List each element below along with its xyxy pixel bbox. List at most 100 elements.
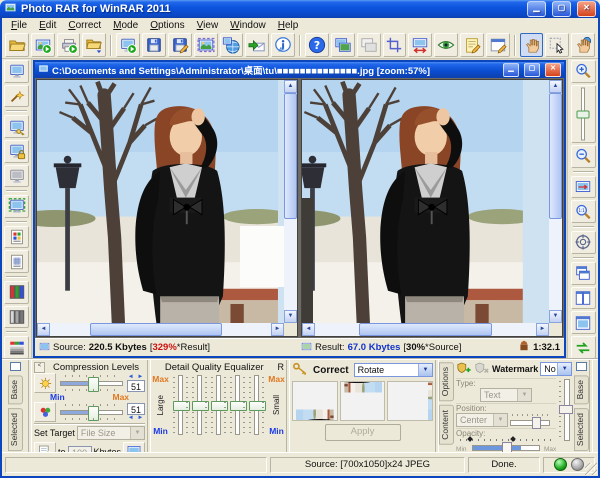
menu-item-help[interactable]: Help [272,20,305,31]
screen-key-icon[interactable] [4,115,29,138]
collapse-button[interactable]: < [34,362,45,373]
gradient-icon[interactable] [4,336,29,359]
info-icon[interactable] [271,33,295,57]
tab-base[interactable]: Base [8,375,23,404]
copy-gray-icon[interactable] [357,33,381,57]
rotate-right-thumbnail[interactable] [340,381,386,421]
eq-band-4-slider[interactable] [228,375,247,435]
target-mode-dropdown[interactable]: File Size▼ [77,426,145,440]
send-mail-icon[interactable] [245,33,269,57]
image-globe-icon[interactable] [220,33,244,57]
menu-item-window[interactable]: Window [224,20,272,31]
image-frame-icon[interactable] [194,33,218,57]
gray-bars-icon[interactable] [4,306,29,329]
resize-grip[interactable] [585,463,597,475]
slider-thumb[interactable] [559,405,573,414]
base-spinner[interactable]: ◄ ► [127,374,145,380]
save-icon[interactable] [142,33,166,57]
crop-icon[interactable] [383,33,407,57]
fit-icon[interactable] [571,176,596,199]
tab-selected[interactable]: Selected [8,408,23,451]
folder-recent-icon[interactable] [82,33,106,57]
scroll-right-button[interactable]: ► [536,323,549,336]
base-level-value[interactable]: 51 [127,380,145,392]
remove-watermark-icon[interactable] [474,361,490,378]
viewer-close-button[interactable]: ✕ [545,63,561,77]
viewer-maximize-button[interactable]: ▢ [524,63,540,77]
printer-play-icon[interactable] [57,33,81,57]
slider-thumb[interactable] [230,401,247,411]
result-photo[interactable] [302,80,549,323]
copy-image-icon[interactable] [331,33,355,57]
tab-content[interactable]: Content [439,405,454,445]
menu-item-view[interactable]: View [191,20,225,31]
slider-thumb[interactable] [192,401,209,411]
edit-note-icon[interactable] [460,33,484,57]
tab-selected-right[interactable]: Selected [574,408,589,451]
eq-band-1-slider[interactable] [171,375,190,435]
watermark-position-dropdown[interactable]: Center▼ [456,413,508,427]
menu-item-file[interactable]: File [5,20,33,31]
screen-lock-icon[interactable] [4,140,29,163]
zoom-11-icon[interactable]: 1:1 [571,200,596,223]
zoom-in-icon[interactable] [571,60,596,83]
eye-icon[interactable] [434,33,458,57]
scroll-up-button[interactable]: ▲ [549,80,562,93]
monitor-play-icon[interactable] [116,33,140,57]
watermark-enabled-dropdown[interactable]: No▼ [540,362,572,376]
source-vertical-scrollbar[interactable]: ▲ ▼ [284,80,297,323]
source-image-pane[interactable]: ▲ ▼ ◄ ► [36,79,298,337]
doc-colors-icon[interactable] [4,226,29,249]
screen-frame-icon[interactable] [4,195,29,218]
target-icon[interactable] [571,231,596,254]
eq-band-2-slider[interactable] [190,375,209,435]
save-as-icon[interactable] [168,33,192,57]
correct-mode-dropdown[interactable]: Rotate▼ [354,363,433,377]
viewer-title-bar[interactable]: C:\Documents and Settings\Administrator\… [35,62,564,78]
result-horizontal-scrollbar[interactable]: ◄ ► [302,323,549,336]
menu-item-mode[interactable]: Mode [107,20,144,31]
slider-thumb[interactable] [532,417,541,429]
result-image-pane[interactable]: ▲ ▼ ◄ ► [301,79,563,337]
layout-single-icon[interactable] [571,311,596,334]
scrollbar-thumb[interactable] [284,93,297,219]
apply-button[interactable]: Apply [325,424,401,441]
slider-thumb[interactable] [173,401,190,411]
rotate-left-thumbnail[interactable] [292,381,338,421]
position-offset-slider[interactable] [510,414,550,426]
minimize-button[interactable]: ▁ [527,1,546,17]
hand-icon[interactable] [520,33,544,57]
scroll-right-button[interactable]: ► [271,323,284,336]
screen-icon[interactable] [4,60,29,83]
menu-item-correct[interactable]: Correct [62,20,107,31]
zoom-slider[interactable] [571,85,596,143]
slider-thumb[interactable] [249,401,266,411]
help-icon[interactable]: ? [305,33,329,57]
watermark-type-dropdown[interactable]: Text▼ [480,388,532,402]
eq-band-3-slider[interactable] [209,375,228,435]
viewer-minimize-button[interactable]: ▁ [503,63,519,77]
folder-open-icon[interactable] [5,33,29,57]
selected-compression-slider[interactable] [60,404,123,420]
layout-cascade-icon[interactable] [571,262,596,285]
wand-icon[interactable] [4,85,29,108]
resize-icon[interactable] [408,33,432,57]
scroll-down-button[interactable]: ▼ [284,310,297,323]
selected-level-value[interactable]: 51 [127,403,145,415]
scrollbar-thumb[interactable] [359,323,492,336]
base-checkbox[interactable] [10,362,21,371]
scroll-down-button[interactable]: ▼ [549,310,562,323]
scrollbar-thumb[interactable] [90,323,223,336]
selected-quality-icon[interactable] [34,402,56,422]
scrollbar-thumb[interactable] [549,93,562,219]
result-vertical-scrollbar[interactable]: ▲ ▼ [549,80,562,323]
edit-form-icon[interactable] [486,33,510,57]
menu-item-edit[interactable]: Edit [33,20,62,31]
watermark-size-slider[interactable] [558,379,572,441]
eq-band-5-slider[interactable] [247,375,266,435]
rotate-180-thumbnail[interactable] [387,381,433,421]
source-horizontal-scrollbar[interactable]: ◄ ► [37,323,284,336]
base-quality-icon[interactable] [34,373,56,393]
watermark-base-checkbox[interactable] [576,362,587,371]
scroll-left-button[interactable]: ◄ [302,323,315,336]
